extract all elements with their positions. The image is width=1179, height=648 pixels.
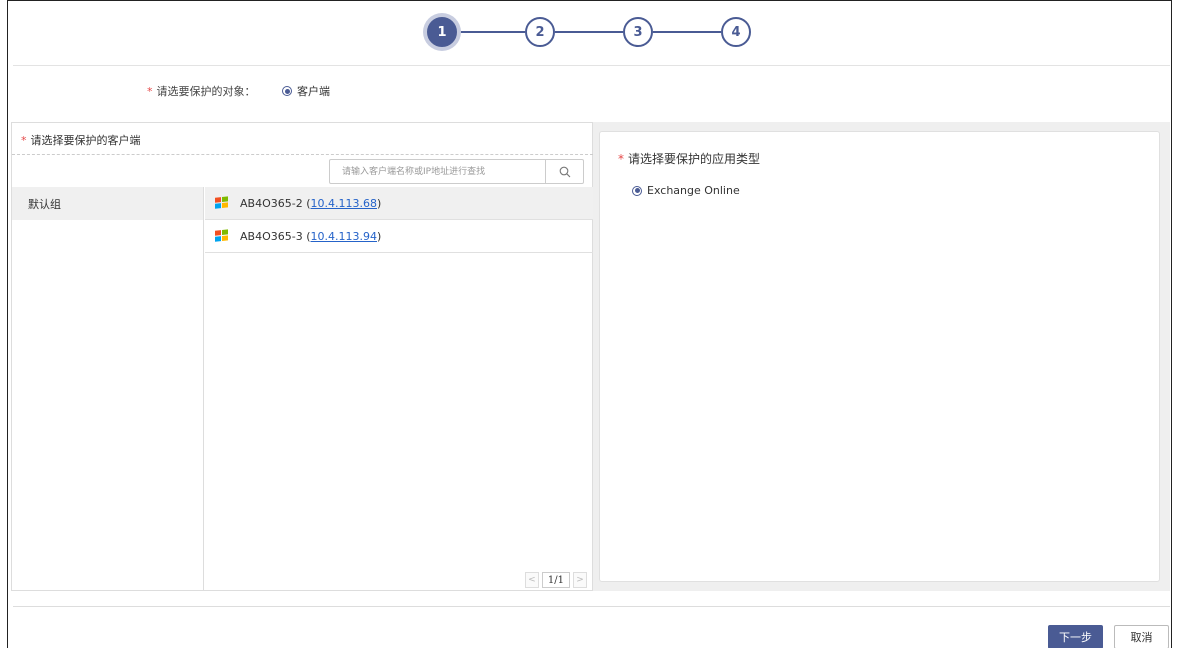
step-1: 1	[427, 17, 457, 47]
search-button[interactable]	[545, 160, 583, 183]
windows-icon	[215, 195, 229, 210]
ip-paren-close: )	[376, 196, 382, 210]
step-connector	[457, 31, 525, 33]
radio-checked-icon[interactable]	[632, 185, 642, 196]
client-ip-link[interactable]: 10.4.113.68	[311, 197, 377, 210]
client-name: AB4O365-2	[240, 196, 303, 210]
client-item[interactable]: AB4O365-3 (10.4.113.94)	[205, 220, 593, 253]
app-type-panel: * 请选择要保护的应用类型 Exchange Online	[599, 131, 1160, 582]
cancel-button[interactable]: 取消	[1114, 625, 1169, 648]
app-type-title-text: 请选择要保护的应用类型	[628, 152, 761, 166]
group-item-default[interactable]: 默认组	[12, 187, 203, 220]
client-select-panel: *请选择要保护的客户端 默认组 AB4O365-2 (10.4.113.68)	[11, 122, 593, 591]
wizard-stepper: 1 2 3 4	[427, 17, 757, 47]
page-indicator: 1/1	[541, 572, 570, 588]
step-3: 3	[623, 17, 653, 47]
footer-divider	[13, 606, 1170, 607]
search-icon	[559, 166, 570, 177]
dashed-divider	[12, 154, 593, 155]
client-search	[329, 159, 584, 184]
required-mark: *	[21, 134, 27, 147]
client-panel-title-text: 请选择要保护的客户端	[30, 134, 141, 147]
next-page-button[interactable]: >	[573, 572, 587, 588]
step-2: 2	[525, 17, 555, 47]
client-radio-label: 客户端	[297, 85, 330, 98]
step-4: 4	[721, 17, 751, 47]
protect-object-label-text: 请选要保护的对象：	[156, 85, 256, 98]
pagination: < 1/1 >	[524, 572, 587, 588]
next-step-button[interactable]: 下一步	[1048, 625, 1103, 648]
client-list: AB4O365-2 (10.4.113.68) AB4O365-3 (10.4.…	[205, 187, 593, 591]
step-connector	[555, 31, 623, 33]
client-name: AB4O365-3	[240, 229, 303, 243]
client-ip-link[interactable]: 10.4.113.94	[311, 230, 377, 243]
required-mark: *	[147, 84, 153, 98]
radio-checked-icon[interactable]	[282, 86, 292, 96]
app-type-panel-container: * 请选择要保护的应用类型 Exchange Online	[593, 122, 1170, 591]
protect-object-label: * 请选要保护的对象：	[147, 82, 256, 100]
group-list: 默认组	[12, 187, 204, 591]
client-item[interactable]: AB4O365-2 (10.4.113.68)	[205, 187, 593, 220]
required-mark: *	[618, 152, 624, 166]
step-connector	[653, 31, 721, 33]
client-radio-option[interactable]: 客户端	[282, 82, 330, 100]
client-panel-title: * 请选择要保护的客户端	[21, 132, 141, 148]
divider	[13, 65, 1170, 66]
windows-icon	[215, 228, 229, 243]
ip-paren-close: )	[376, 229, 382, 243]
client-search-input[interactable]	[330, 160, 545, 183]
prev-page-button[interactable]: <	[524, 572, 539, 588]
exchange-online-label: Exchange Online	[647, 184, 740, 197]
app-type-title: * 请选择要保护的应用类型	[618, 150, 760, 167]
exchange-online-radio-option[interactable]: Exchange Online	[632, 184, 740, 197]
